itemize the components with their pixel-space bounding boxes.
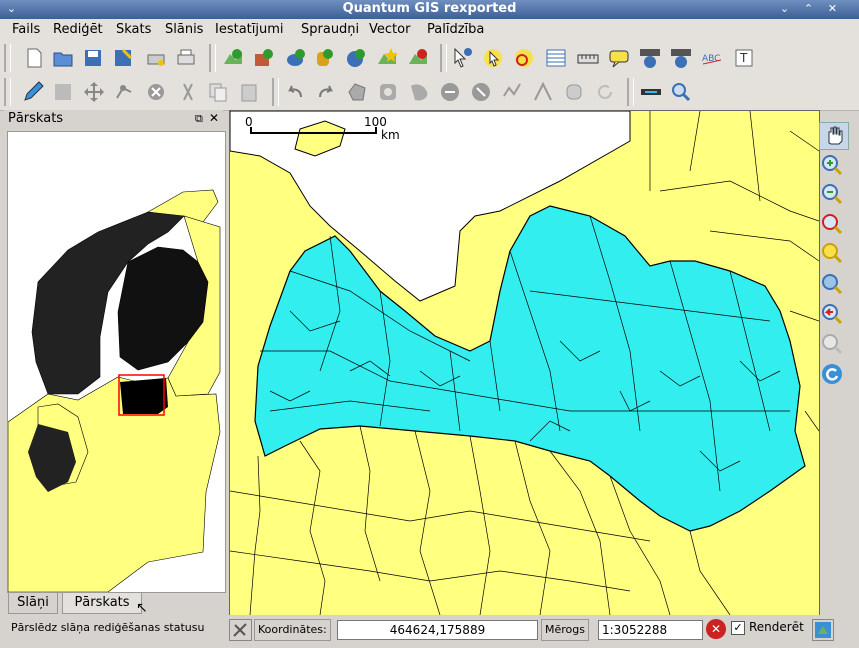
- svg-text:T: T: [739, 51, 748, 65]
- print-icon[interactable]: [174, 46, 198, 70]
- delete-part-icon[interactable]: [469, 80, 493, 104]
- add-ring-icon[interactable]: [376, 80, 400, 104]
- merge-features-icon[interactable]: [562, 80, 586, 104]
- open-project-icon[interactable]: [51, 46, 75, 70]
- deselect-features-icon[interactable]: [512, 46, 536, 70]
- refresh-icon[interactable]: [819, 362, 847, 388]
- float-panel-icon[interactable]: ⧉: [195, 112, 203, 126]
- toolbar-grip[interactable]: [4, 44, 11, 72]
- toolbar-grip[interactable]: [440, 44, 447, 72]
- paste-features-icon[interactable]: [237, 80, 261, 104]
- save-project-icon[interactable]: [81, 46, 105, 70]
- zoom-in-icon[interactable]: [819, 153, 847, 179]
- node-tool-icon[interactable]: [113, 80, 137, 104]
- menu-plugins[interactable]: Spraudņi: [301, 22, 359, 37]
- projection-icon[interactable]: [812, 619, 834, 641]
- zoom-selection-icon[interactable]: [669, 80, 693, 104]
- menu-bar: Fails Rediģēt Skats Slānis Iestatījumi S…: [0, 19, 859, 41]
- map-navigation-toolbar: [819, 120, 849, 400]
- scale-label: Mērogs: [541, 619, 589, 641]
- file-toolbar: ABC T: [0, 40, 859, 77]
- render-checkbox[interactable]: ✓: [731, 621, 745, 635]
- pan-icon[interactable]: [819, 122, 849, 150]
- rotate-point-symbols-icon[interactable]: [593, 80, 617, 104]
- save-edits-icon[interactable]: [51, 80, 75, 104]
- measure-line-icon[interactable]: [576, 46, 600, 70]
- split-features-icon[interactable]: [531, 80, 555, 104]
- identify-icon[interactable]: [450, 46, 474, 70]
- redo-icon[interactable]: [314, 80, 338, 104]
- edit-toolbar: [0, 74, 859, 111]
- cut-features-icon[interactable]: [176, 80, 200, 104]
- menu-view[interactable]: Skats: [116, 22, 151, 37]
- menu-help[interactable]: Palīdzība: [427, 22, 484, 37]
- remove-layer-icon[interactable]: [406, 46, 430, 70]
- title-bar: ⌄ Quantum GIS rexported ⌄ ⌃ ✕: [0, 0, 859, 20]
- tab-overview[interactable]: Pārskats: [62, 592, 142, 614]
- toggle-editing-icon[interactable]: [21, 80, 45, 104]
- snapping-icon[interactable]: [639, 80, 663, 104]
- simplify-feature-icon[interactable]: [345, 80, 369, 104]
- select-features-icon[interactable]: [481, 46, 505, 70]
- new-project-icon[interactable]: [22, 46, 46, 70]
- scalebar-end-label: 100: [364, 115, 387, 129]
- mouse-pointer-icon: ↖: [136, 600, 148, 616]
- add-wms-layer-icon[interactable]: [344, 46, 368, 70]
- status-message: Pārslēdz slāņa rediģēšanas statusu: [11, 621, 205, 634]
- annotation-dropdown-icon[interactable]: T: [733, 46, 757, 70]
- toolbar-grip[interactable]: [627, 78, 634, 106]
- render-label: Renderēt: [749, 620, 804, 634]
- zoom-full-icon[interactable]: [819, 212, 847, 238]
- attribute-table-icon[interactable]: [544, 46, 568, 70]
- toolbar-grip[interactable]: [4, 78, 11, 106]
- scalebar-start-label: 0: [245, 115, 253, 129]
- delete-selected-icon[interactable]: [144, 80, 168, 104]
- print-composer-icon[interactable]: [144, 46, 168, 70]
- scalebar-unit-label: km: [381, 128, 400, 142]
- text-annotation-icon[interactable]: ABC: [700, 46, 724, 70]
- close-panel-icon[interactable]: ✕: [209, 111, 219, 125]
- toolbar-grip[interactable]: [272, 78, 279, 106]
- zoom-layer-icon[interactable]: [819, 241, 847, 267]
- move-feature-icon[interactable]: [82, 80, 106, 104]
- undo-icon[interactable]: [283, 80, 307, 104]
- window-title: Quantum GIS rexported: [342, 1, 517, 16]
- show-bookmarks-icon[interactable]: [669, 46, 693, 70]
- menu-edit[interactable]: Rediģēt: [53, 22, 103, 37]
- add-postgis-layer-icon[interactable]: [284, 46, 308, 70]
- overview-panel-title: Pārskats: [8, 111, 64, 126]
- add-spatialite-layer-icon[interactable]: [312, 46, 336, 70]
- menu-layer[interactable]: Slānis: [165, 22, 203, 37]
- coordinates-label: Koordinātes:: [254, 619, 331, 641]
- new-bookmark-icon[interactable]: [638, 46, 662, 70]
- tab-layers[interactable]: Slāņi: [8, 592, 58, 614]
- stop-render-icon[interactable]: ✕: [706, 619, 726, 639]
- add-part-icon[interactable]: [407, 80, 431, 104]
- reshape-features-icon[interactable]: [500, 80, 524, 104]
- zoom-last-icon[interactable]: [819, 302, 847, 328]
- toolbar-grip[interactable]: [209, 44, 216, 72]
- close-window-icon[interactable]: ✕: [825, 2, 840, 16]
- zoom-out-icon[interactable]: [819, 182, 847, 208]
- menu-file[interactable]: Fails: [12, 22, 40, 37]
- new-vector-layer-icon[interactable]: [375, 46, 399, 70]
- add-raster-layer-icon[interactable]: [252, 46, 276, 70]
- menu-settings[interactable]: Iestatījumi: [215, 22, 284, 37]
- map-tips-icon[interactable]: [607, 46, 631, 70]
- zoom-next-icon[interactable]: [819, 332, 847, 358]
- overview-map[interactable]: [7, 131, 226, 593]
- map-canvas[interactable]: 0 100 km: [229, 110, 820, 616]
- save-as-icon[interactable]: [111, 46, 135, 70]
- menu-vector[interactable]: Vector: [369, 22, 410, 37]
- maximize-icon[interactable]: ⌃: [801, 2, 816, 16]
- zoom-selection-map-icon[interactable]: [819, 272, 847, 298]
- copy-features-icon[interactable]: [206, 80, 230, 104]
- toggle-extents-icon[interactable]: [229, 619, 252, 641]
- add-vector-layer-icon[interactable]: [221, 46, 245, 70]
- coordinates-field[interactable]: 464624,175889: [337, 620, 538, 640]
- scale-field[interactable]: 1:3052288: [598, 620, 703, 640]
- minimize-icon[interactable]: ⌄: [777, 2, 792, 16]
- delete-ring-icon[interactable]: [438, 80, 462, 104]
